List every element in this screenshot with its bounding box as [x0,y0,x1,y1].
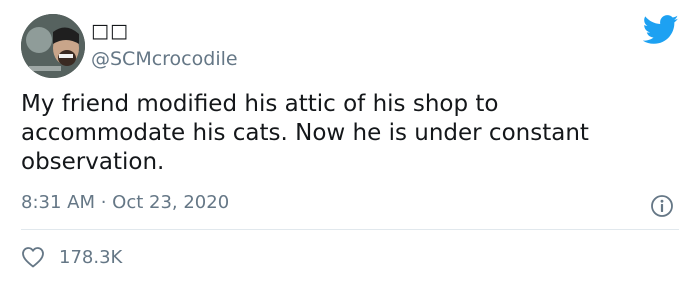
info-icon[interactable] [650,194,674,218]
avatar[interactable] [21,14,85,78]
divider [21,229,679,230]
tweet-timestamp[interactable]: 8:31 AM · Oct 23, 2020 [21,192,229,213]
display-name[interactable]: □□ [91,20,129,42]
tweet-card: □□ @SCMcrocodile My friend modified his … [0,0,700,284]
heart-icon[interactable] [21,246,45,268]
twitter-bird-icon[interactable] [643,15,679,45]
like-action[interactable]: 178.3K [21,245,122,269]
user-handle[interactable]: @SCMcrocodile [91,48,238,70]
tweet-text: My friend modified his attic of his shop… [21,91,589,175]
avatar-image [21,14,85,78]
like-count: 178.3K [59,246,123,268]
